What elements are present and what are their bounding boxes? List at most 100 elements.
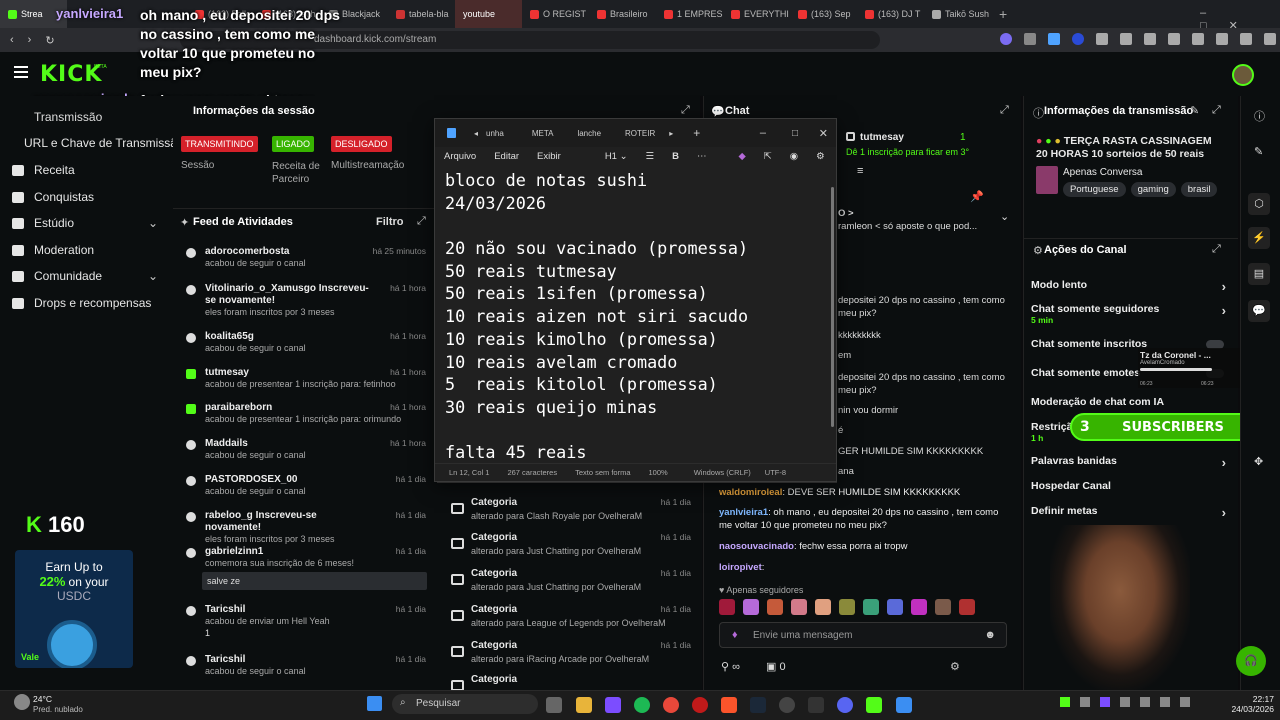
- emote[interactable]: [935, 599, 951, 615]
- tag[interactable]: gaming: [1130, 182, 1176, 197]
- sidebar-item-community[interactable]: Comunidade ⌄: [12, 269, 162, 283]
- feed-item[interactable]: Maddails acabou de seguir o canal há 1 hor…: [180, 436, 430, 472]
- category-name[interactable]: Apenas Conversa: [1063, 167, 1143, 178]
- browser-tab[interactable]: Taikō Sush: [924, 0, 991, 28]
- tray-icon[interactable]: [1120, 697, 1130, 707]
- filter-button[interactable]: Filtro: [376, 216, 404, 228]
- edit-rail-icon[interactable]: ✎: [1254, 145, 1263, 158]
- feed-item[interactable]: gabrielzinn1 comemora sua inscrição de 6 …: [180, 544, 430, 590]
- maximize-icon[interactable]: □: [792, 128, 798, 139]
- bold-icon[interactable]: B: [672, 151, 679, 162]
- sidebar-item-stream-key[interactable]: URL e Chave de Transmissão: [24, 136, 174, 150]
- app-icon[interactable]: [808, 697, 824, 713]
- channel-action[interactable]: Hospedar Canal: [1031, 480, 1226, 492]
- category-change-item[interactable]: Categoria alterado para Just Chatting por…: [445, 568, 695, 602]
- weather-desc[interactable]: Pred. nublado: [33, 705, 83, 714]
- browser-tab[interactable]: Brasileiro: [589, 0, 656, 28]
- app-icon[interactable]: [605, 697, 621, 713]
- emote[interactable]: [767, 599, 783, 615]
- popout-icon[interactable]: ⤢: [1212, 243, 1221, 256]
- heading-dropdown[interactable]: H1 ⌄: [605, 151, 628, 162]
- close-icon[interactable]: ✕: [819, 127, 828, 140]
- emote[interactable]: [791, 599, 807, 615]
- popout-icon[interactable]: ⤢: [417, 215, 426, 228]
- feed-item[interactable]: koalita65g acabou de seguir o canal há 1 h…: [180, 329, 430, 365]
- share-icon[interactable]: ⇱: [764, 151, 772, 162]
- popout-icon[interactable]: ⤢: [1000, 104, 1009, 117]
- sidebar-item-moderation[interactable]: Moderation: [12, 243, 162, 257]
- browser-tab[interactable]: tabela-bla: [388, 0, 455, 28]
- action-rail-icon[interactable]: ⬡: [1248, 193, 1270, 215]
- category-change-item[interactable]: Categoria: [445, 674, 695, 690]
- emote[interactable]: [719, 599, 735, 615]
- notepad-tab[interactable]: ROTEIR: [625, 129, 655, 138]
- channel-action[interactable]: Chat somente seguidores 5 min ›: [1031, 303, 1226, 325]
- user-avatar[interactable]: [1232, 64, 1254, 86]
- headset-icon[interactable]: 🎧: [1236, 646, 1266, 676]
- extension-icon[interactable]: [1096, 33, 1108, 45]
- settings-icon[interactable]: ⚙: [816, 151, 825, 162]
- emote-picker-icon[interactable]: ♦: [732, 629, 738, 641]
- browser-tab[interactable]: (163) DJ T: [857, 0, 924, 28]
- feed-item[interactable]: paraibareborn acabou de presentear 1 insc…: [180, 400, 430, 436]
- music-icon[interactable]: [1192, 33, 1204, 45]
- extension-icon[interactable]: [1144, 33, 1156, 45]
- extension-icon[interactable]: [1024, 33, 1036, 45]
- channel-action[interactable]: Moderação de chat com IA: [1031, 396, 1226, 408]
- list-icon[interactable]: ☰: [646, 151, 655, 162]
- popout-icon[interactable]: ⤢: [681, 104, 690, 117]
- sidebar-item-studio[interactable]: Estúdio ⌄: [12, 216, 162, 230]
- tray-icon[interactable]: [1100, 697, 1110, 707]
- feed-item[interactable]: Vitolinario_o_Xamusgo Inscreveu-se novam…: [180, 281, 430, 317]
- emote[interactable]: [839, 599, 855, 615]
- browser-tab[interactable]: O REGIST: [522, 0, 589, 28]
- extension-icon[interactable]: [1120, 33, 1132, 45]
- chevron-down-icon[interactable]: ⌄: [1000, 210, 1009, 223]
- spotify-icon[interactable]: [634, 697, 650, 713]
- tab-nav-right-icon[interactable]: ▸: [669, 129, 673, 138]
- wifi-icon[interactable]: [1140, 697, 1150, 707]
- points-display[interactable]: ⚲ ∞: [721, 660, 740, 673]
- category-change-item[interactable]: Categoria alterado para League of Legends…: [445, 604, 695, 638]
- emote[interactable]: [743, 599, 759, 615]
- copilot-icon[interactable]: ◆: [738, 151, 745, 162]
- filter-icon[interactable]: ≡: [857, 165, 863, 177]
- emote[interactable]: [863, 599, 879, 615]
- emoji-icon[interactable]: ☻: [984, 629, 996, 641]
- sidebar-item-achievements[interactable]: Conquistas: [12, 190, 162, 204]
- pin-icon[interactable]: 📌: [970, 190, 984, 203]
- browser-tab-youtube[interactable]: youtube: [455, 0, 522, 28]
- sidebar-item-revenue[interactable]: Receita: [12, 163, 162, 177]
- menu-view[interactable]: Exibir: [537, 151, 561, 162]
- channel-action[interactable]: Modo lento ›: [1031, 279, 1226, 294]
- wallet-icon[interactable]: [1264, 33, 1276, 45]
- reload-icon[interactable]: ↻: [45, 34, 54, 47]
- notepad-app-icon[interactable]: [896, 697, 912, 713]
- back-icon[interactable]: ‹: [10, 34, 14, 46]
- account-icon[interactable]: ◉: [790, 151, 798, 162]
- feed-item[interactable]: Taricshil acabou de seguir o canal há 1 di…: [180, 652, 430, 688]
- sub-prompt[interactable]: Dê 1 inscrição para ficar em 3°: [846, 147, 969, 157]
- scrollbar[interactable]: [831, 187, 834, 427]
- extension-icon[interactable]: [1048, 33, 1060, 45]
- browser-tab[interactable]: 1 EMPRES: [656, 0, 723, 28]
- notes-rail-icon[interactable]: ▤: [1248, 263, 1270, 285]
- lightning-rail-icon[interactable]: ⚡: [1248, 227, 1270, 249]
- chat-input[interactable]: ♦ Envie uma mensagem ☻: [719, 622, 1007, 648]
- feed-item[interactable]: rabeloo_g Inscreveu-se novamente! eles fo…: [180, 508, 430, 544]
- volume-icon[interactable]: [1160, 697, 1170, 707]
- more-rail-icon[interactable]: ✥: [1254, 455, 1263, 468]
- gift-counter[interactable]: ▣ 0: [766, 660, 786, 673]
- brave-icon[interactable]: [721, 697, 737, 713]
- download-icon[interactable]: [1240, 33, 1252, 45]
- channel-action[interactable]: Definir metas ›: [1031, 505, 1226, 520]
- browser-tab[interactable]: (163) Sep: [790, 0, 857, 28]
- feed-item[interactable]: tutmesay acabou de presentear 1 inscrição…: [180, 365, 430, 401]
- menu-file[interactable]: Arquivo: [444, 151, 476, 162]
- notepad-tab[interactable]: unha: [486, 129, 504, 138]
- battery-icon[interactable]: [1180, 697, 1190, 707]
- windows-start-icon[interactable]: [367, 696, 382, 711]
- tag[interactable]: brasil: [1180, 182, 1218, 197]
- extension-icon[interactable]: [1072, 33, 1084, 45]
- category-change-item[interactable]: Categoria alterado para Just Chatting por…: [445, 532, 695, 566]
